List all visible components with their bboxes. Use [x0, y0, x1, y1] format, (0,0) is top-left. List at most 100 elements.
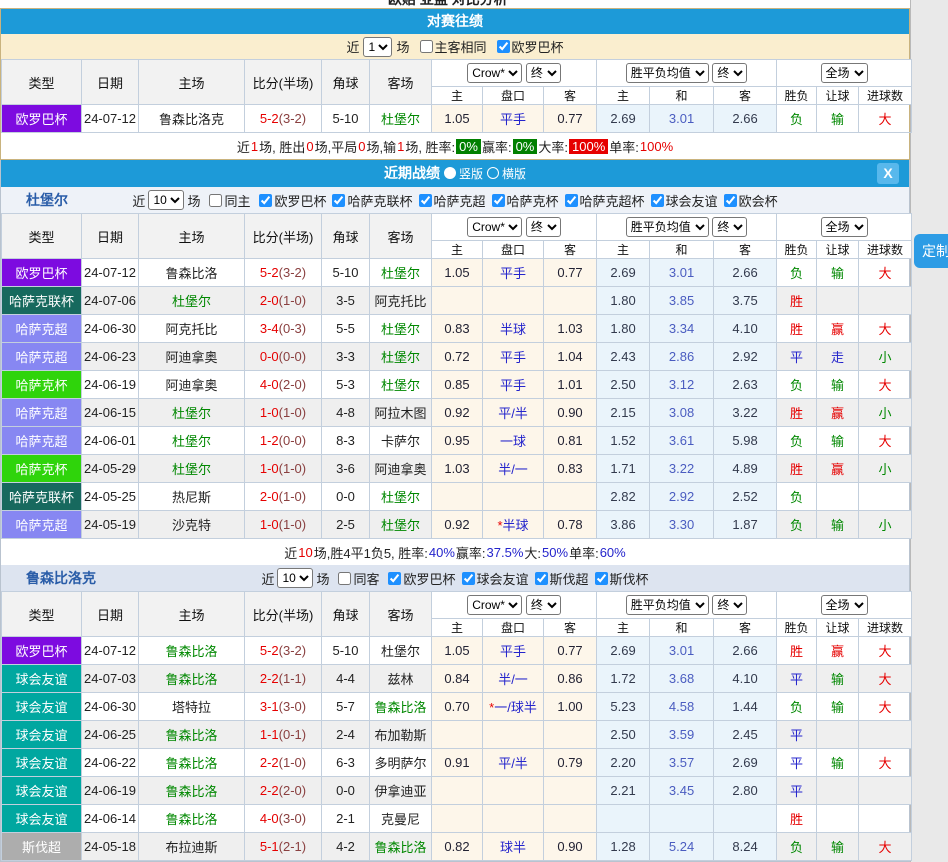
league-filter[interactable]: 斯伐杯: [589, 569, 649, 588]
home-team: 杜堡尔: [139, 427, 245, 455]
result-overunder: 大: [859, 259, 912, 287]
euro-home-odds: 2.82: [597, 483, 650, 511]
crow-group-header: Crow* 终: [432, 60, 597, 87]
vertical-layout-radio[interactable]: [444, 167, 456, 179]
league-filter[interactable]: 欧罗巴杯: [253, 191, 326, 210]
league-checkbox[interactable]: [462, 572, 475, 585]
away-team: 阿迪拿奥: [370, 455, 432, 483]
h2h-league-filter[interactable]: 欧罗巴杯: [491, 37, 564, 56]
result-overunder: [859, 483, 912, 511]
league-filter[interactable]: 球会友谊: [456, 569, 529, 588]
away-team: 卡萨尔: [370, 427, 432, 455]
scope-select[interactable]: 全场: [821, 63, 868, 83]
league-checkbox[interactable]: [535, 572, 548, 585]
same-away-filter[interactable]: 同客: [332, 569, 379, 588]
h2h-match-count-select[interactable]: 1: [363, 37, 392, 57]
home-match-count-select[interactable]: 10: [148, 190, 184, 210]
crow-home-odds: 0.85: [432, 371, 483, 399]
corner-count: 5-7: [322, 693, 370, 721]
avg-odds-select[interactable]: 胜平负均值: [626, 217, 709, 237]
unit-label: 场: [187, 191, 200, 210]
bookmaker-select[interactable]: Crow*: [467, 595, 522, 615]
league-checkbox[interactable]: [492, 194, 505, 207]
odds-time-select[interactable]: 终: [526, 217, 561, 237]
avg-odds-select[interactable]: 胜平负均值: [626, 63, 709, 83]
result-wdl: 平: [777, 749, 817, 777]
avg-time-select[interactable]: 终: [712, 63, 747, 83]
same-home-checkbox[interactable]: [209, 194, 222, 207]
result-wdl: 负: [777, 259, 817, 287]
avg-odds-select[interactable]: 胜平负均值: [626, 595, 709, 615]
league-filter[interactable]: 哈萨克超: [413, 191, 486, 210]
league-checkbox[interactable]: [259, 194, 272, 207]
crow-home-odds: [432, 777, 483, 805]
league-filter[interactable]: 球会友谊: [645, 191, 718, 210]
league-checkbox[interactable]: [388, 572, 401, 585]
match-date: 24-06-30: [82, 693, 139, 721]
league-filter[interactable]: 哈萨克超杯: [559, 191, 645, 210]
away-match-count-select[interactable]: 10: [277, 568, 313, 588]
league-checkbox[interactable]: [724, 194, 737, 207]
same-hostguest-filter[interactable]: 主客相同: [414, 37, 487, 56]
handicap-line: [483, 287, 544, 315]
result-handicap: [817, 483, 859, 511]
league-checkbox[interactable]: [651, 194, 664, 207]
league-filter[interactable]: 斯伐超: [529, 569, 589, 588]
stats-segment: 1: [251, 139, 258, 154]
handicap-line: [483, 777, 544, 805]
sub-col-goals: 进球数: [859, 619, 912, 637]
scope-select[interactable]: 全场: [821, 217, 868, 237]
same-home-filter[interactable]: 同主: [203, 191, 250, 210]
sub-col-handicap: 盘口: [483, 87, 544, 105]
col-score: 比分(半场): [245, 592, 322, 637]
league-filter[interactable]: 欧罗巴杯: [382, 569, 455, 588]
odds-time-select[interactable]: 终: [526, 595, 561, 615]
stats-segment: 50%: [542, 545, 568, 560]
same-away-checkbox[interactable]: [338, 572, 351, 585]
away-team: 多明萨尔: [370, 749, 432, 777]
away-team: 杜堡尔: [370, 483, 432, 511]
bookmaker-select[interactable]: Crow*: [467, 63, 522, 83]
match-date: 24-06-01: [82, 427, 139, 455]
horizontal-layout-radio[interactable]: [487, 167, 499, 179]
match-row: 球会友谊24-06-25鲁森比洛1-1(0-1)2-4布加勒斯2.503.592…: [2, 721, 912, 749]
h2h-league-checkbox[interactable]: [497, 40, 510, 53]
league-checkbox[interactable]: [565, 194, 578, 207]
league-checkbox[interactable]: [419, 194, 432, 207]
league-filter[interactable]: 欧会杯: [718, 191, 778, 210]
avg-time-select[interactable]: 终: [712, 217, 747, 237]
league-filter[interactable]: 哈萨克联杯: [326, 191, 412, 210]
same-hostguest-checkbox[interactable]: [420, 40, 433, 53]
sub-col-handicap: 盘口: [483, 619, 544, 637]
result-handicap: 赢: [817, 637, 859, 665]
result-wdl: 负: [777, 105, 817, 133]
league-filter[interactable]: 哈萨克杯: [486, 191, 559, 210]
league-badge: 哈萨克超: [2, 343, 82, 371]
scope-select[interactable]: 全场: [821, 595, 868, 615]
result-overunder: 大: [859, 637, 912, 665]
league-label: 欧会杯: [739, 191, 778, 210]
sub-col-euro-home: 主: [597, 619, 650, 637]
bookmaker-select[interactable]: Crow*: [467, 217, 522, 237]
euro-draw-odds: 4.58: [650, 693, 714, 721]
close-icon[interactable]: X: [877, 163, 899, 184]
result-handicap: 走: [817, 343, 859, 371]
euro-draw-odds: 3.85: [650, 287, 714, 315]
customize-button[interactable]: 定制: [914, 234, 948, 268]
league-checkbox[interactable]: [595, 572, 608, 585]
sub-col-goals: 进球数: [859, 241, 912, 259]
league-checkbox[interactable]: [332, 194, 345, 207]
avg-group-header: 胜平负均值 终: [597, 214, 777, 241]
avg-time-select[interactable]: 终: [712, 595, 747, 615]
match-score: 4-0(2-0): [245, 371, 322, 399]
odds-time-select[interactable]: 终: [526, 63, 561, 83]
result-handicap: 输: [817, 105, 859, 133]
clipped-top-row: 欧赔 亚盘 对比分析: [0, 0, 910, 8]
handicap-line: 平/半: [483, 749, 544, 777]
result-handicap: 输: [817, 427, 859, 455]
match-date: 24-06-23: [82, 343, 139, 371]
stats-segment: 赢率:: [456, 543, 486, 562]
sub-col-euro-draw: 和: [650, 619, 714, 637]
col-home: 主场: [139, 60, 245, 105]
crow-away-odds: 0.86: [544, 665, 597, 693]
